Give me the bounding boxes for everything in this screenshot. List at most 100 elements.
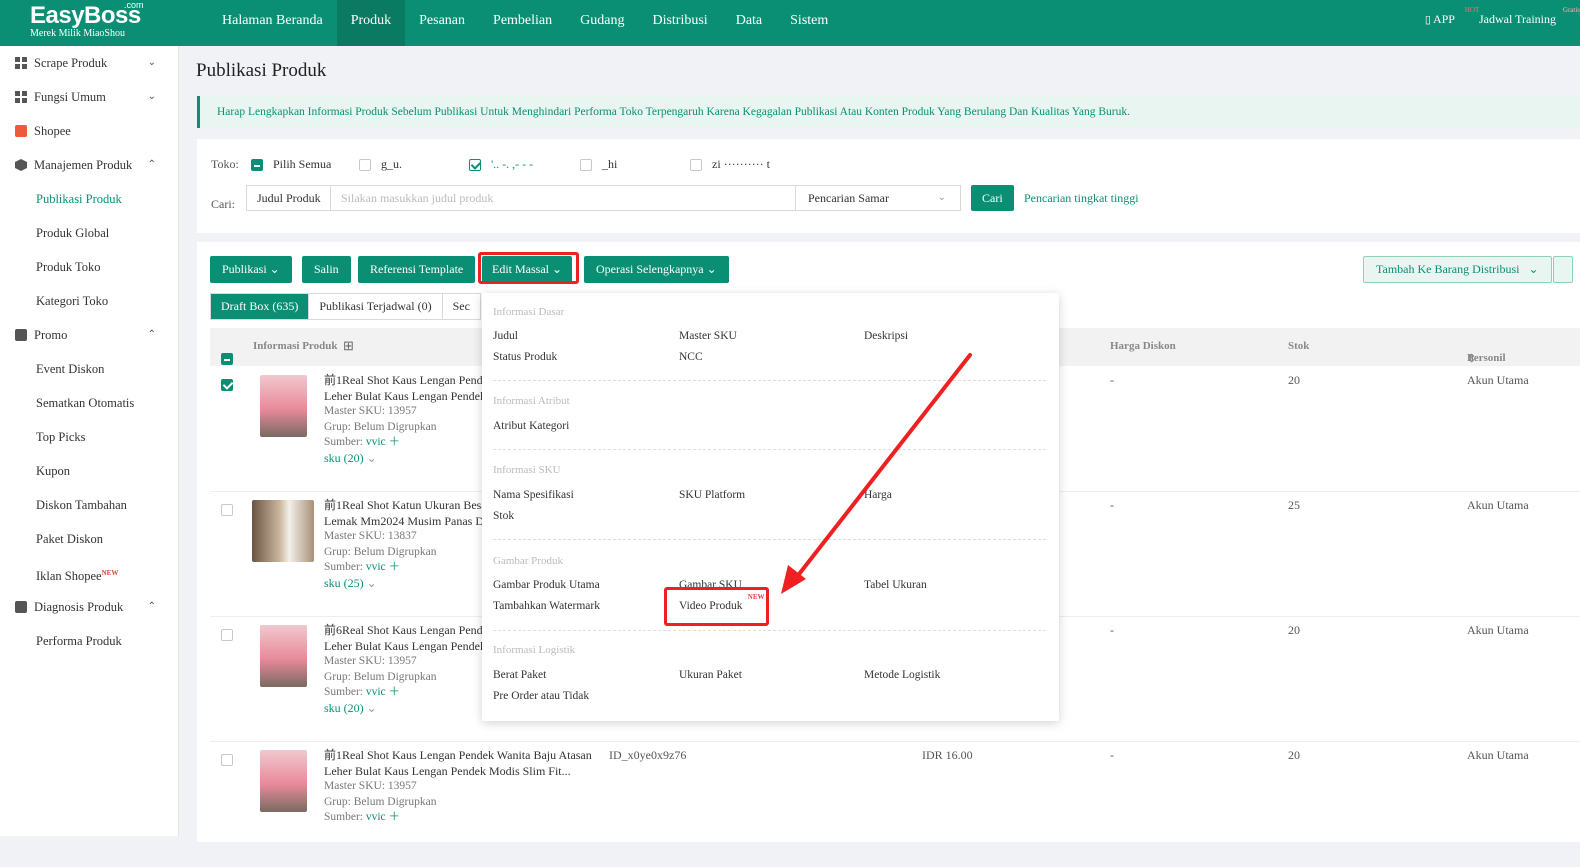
row-checkbox[interactable] <box>221 752 233 767</box>
menu-item-metode-logistik[interactable]: Metode Logistik <box>864 669 940 681</box>
product-title-line1[interactable]: 前1Real Shot Kaus Lengan Pendek Wanita Ba… <box>324 748 624 764</box>
sidebar-item-diagnosis[interactable]: Diagnosis Produk ⌃ <box>0 590 178 624</box>
checkbox[interactable] <box>359 159 371 172</box>
sumber-link[interactable]: vvic <box>366 436 386 448</box>
expand-icon[interactable]: ⊞ <box>343 338 354 354</box>
product-title-line1[interactable]: 前1Real Shot Katun Ukuran Besa <box>324 498 504 514</box>
sumber-link[interactable]: vvic <box>366 561 386 573</box>
menu-item-stok[interactable]: Stok <box>493 510 514 522</box>
add-icon[interactable]: ＋ <box>389 686 401 698</box>
nav-data[interactable]: Data <box>722 0 776 46</box>
menu-item-harga[interactable]: Harga <box>864 489 892 501</box>
salin-button[interactable]: Salin <box>302 256 351 283</box>
product-thumbnail[interactable] <box>260 375 307 437</box>
menu-item-ncc[interactable]: NCC <box>679 351 703 363</box>
tab-draft-box[interactable]: Draft Box (635) <box>211 294 310 319</box>
referensi-template-button[interactable]: Referensi Template <box>358 256 476 283</box>
sidebar-item-scrape[interactable]: Scrape Produk ⌄ <box>0 46 178 80</box>
sort-icon[interactable]: ⇕ <box>1467 352 1476 365</box>
operasi-selengkapnya-button[interactable]: Operasi Selengkapnya ⌄ <box>584 256 729 283</box>
nav-pembelian[interactable]: Pembelian <box>479 0 566 46</box>
menu-item-judul[interactable]: Judul <box>493 330 518 342</box>
product-title-line1[interactable]: 前6Real Shot Kaus Lengan Pende <box>324 623 504 639</box>
shop-option-1[interactable]: g_u. <box>359 157 402 172</box>
sumber-link[interactable]: vvic <box>366 686 386 698</box>
nav-sistem[interactable]: Sistem <box>776 0 842 46</box>
row-checkbox[interactable] <box>221 627 233 642</box>
app-link[interactable]: ▯ APP HOT <box>1425 6 1479 27</box>
tambah-distribusi-button[interactable]: Tambah Ke Barang Distribusi ⌄ <box>1363 256 1552 283</box>
add-icon[interactable]: ＋ <box>389 811 401 823</box>
checkbox-partial[interactable] <box>251 159 263 172</box>
sku-toggle[interactable]: sku (25) ⌄ <box>324 576 504 592</box>
more-button[interactable] <box>1553 256 1573 283</box>
checkbox[interactable] <box>221 504 233 517</box>
nav-beranda[interactable]: Halaman Beranda <box>208 0 337 46</box>
sidebar-item-paket[interactable]: Paket Diskon <box>0 522 178 556</box>
product-title-line2[interactable]: Leher Bulat Kaus Lengan Pendek <box>324 639 504 655</box>
menu-item-tabel-ukuran[interactable]: Tabel Ukuran <box>864 579 927 591</box>
publikasi-dropdown-button[interactable]: Publikasi ⌄ <box>210 256 292 283</box>
search-type-select[interactable]: Judul Produk <box>247 186 331 210</box>
sidebar-item-global[interactable]: Produk Global <box>0 216 178 250</box>
menu-item-deskripsi[interactable]: Deskripsi <box>864 330 908 342</box>
menu-item-atribut-kategori[interactable]: Atribut Kategori <box>493 420 569 432</box>
nav-produk[interactable]: Produk <box>336 0 406 46</box>
checkbox-checked[interactable] <box>221 379 233 392</box>
sidebar-item-kupon[interactable]: Kupon <box>0 454 178 488</box>
sidebar-item-shopee[interactable]: Shopee <box>0 114 178 148</box>
checkbox[interactable] <box>221 754 233 767</box>
shop-option-4[interactable]: zi ·········· t <box>690 157 770 172</box>
menu-item-sku-platform[interactable]: SKU Platform <box>679 489 745 501</box>
menu-item-pre-order[interactable]: Pre Order atau Tidak <box>493 690 589 702</box>
row-checkbox[interactable] <box>221 377 233 392</box>
product-thumbnail[interactable] <box>260 750 307 812</box>
add-icon[interactable]: ＋ <box>389 436 401 448</box>
search-button[interactable]: Cari <box>971 185 1014 211</box>
sidebar-item-promo[interactable]: Promo ⌃ <box>0 318 178 352</box>
product-thumbnail[interactable] <box>252 500 314 562</box>
menu-item-berat-paket[interactable]: Berat Paket <box>493 669 546 681</box>
sidebar-item-fungsi[interactable]: Fungsi Umum ⌄ <box>0 80 178 114</box>
checkbox[interactable] <box>690 159 702 172</box>
checkbox-checked[interactable] <box>469 159 481 172</box>
nav-pesanan[interactable]: Pesanan <box>405 0 479 46</box>
nav-distribusi[interactable]: Distribusi <box>638 0 721 46</box>
menu-item-ukuran-paket[interactable]: Ukuran Paket <box>679 669 742 681</box>
product-title-line2[interactable]: Lemak Mm2024 Musim Panas De <box>324 514 504 530</box>
menu-item-master-sku[interactable]: Master SKU <box>679 330 737 342</box>
sidebar-item-iklan[interactable]: Iklan ShopeeNEW <box>0 556 178 590</box>
sidebar-item-top-picks[interactable]: Top Picks <box>0 420 178 454</box>
match-mode-select[interactable]: Pencarian Samar ⌄ <box>795 186 960 210</box>
product-title-line2[interactable]: Leher Bulat Kaus Lengan Pendek Modis Sli… <box>324 764 624 780</box>
sidebar-item-sematkan[interactable]: Sematkan Otomatis <box>0 386 178 420</box>
menu-item-status-produk[interactable]: Status Produk <box>493 351 557 363</box>
product-title-line2[interactable]: Leher Bulat Kaus Lengan Pendek <box>324 389 504 405</box>
menu-item-watermark[interactable]: Tambahkan Watermark <box>493 600 600 612</box>
checkbox-partial[interactable] <box>221 353 233 365</box>
sidebar-item-toko[interactable]: Produk Toko <box>0 250 178 284</box>
menu-item-nama-spesifikasi[interactable]: Nama Spesifikasi <box>493 489 574 501</box>
sku-toggle[interactable]: sku (20) ⌄ <box>324 451 504 467</box>
sidebar-item-manajemen[interactable]: Manajemen Produk ⌃ <box>0 148 178 182</box>
tab-other[interactable]: Sec <box>443 294 480 319</box>
advanced-search-link[interactable]: Pencarian tingkat tinggi <box>1024 191 1139 206</box>
easyboss-logo[interactable]: EasyBoss .com Merek Milik MiaoShou <box>30 0 144 39</box>
checkbox[interactable] <box>580 159 592 172</box>
tab-publikasi-terjadwal[interactable]: Publikasi Terjadwal (0) <box>309 294 443 319</box>
product-thumbnail[interactable] <box>260 625 307 687</box>
shop-option-3[interactable]: _hi <box>580 157 617 172</box>
sidebar-item-kategori[interactable]: Kategori Toko <box>0 284 178 318</box>
sidebar-item-event[interactable]: Event Diskon <box>0 352 178 386</box>
sidebar-item-publikasi[interactable]: Publikasi Produk <box>0 182 178 216</box>
checkbox[interactable] <box>221 629 233 642</box>
add-icon[interactable]: ＋ <box>389 561 401 573</box>
select-all-checkbox[interactable]: Pilih Semua <box>251 157 331 172</box>
training-link[interactable]: Jadwal Training Gratis <box>1479 6 1580 27</box>
row-checkbox[interactable] <box>221 502 233 517</box>
sumber-link[interactable]: vvic <box>366 811 386 823</box>
sku-toggle[interactable]: sku (20) ⌄ <box>324 701 504 717</box>
shop-option-2[interactable]: '.. -. ,- - - <box>469 157 533 172</box>
product-title-line1[interactable]: 前1Real Shot Kaus Lengan Pende <box>324 373 504 389</box>
sidebar-item-performa[interactable]: Performa Produk <box>0 624 178 658</box>
